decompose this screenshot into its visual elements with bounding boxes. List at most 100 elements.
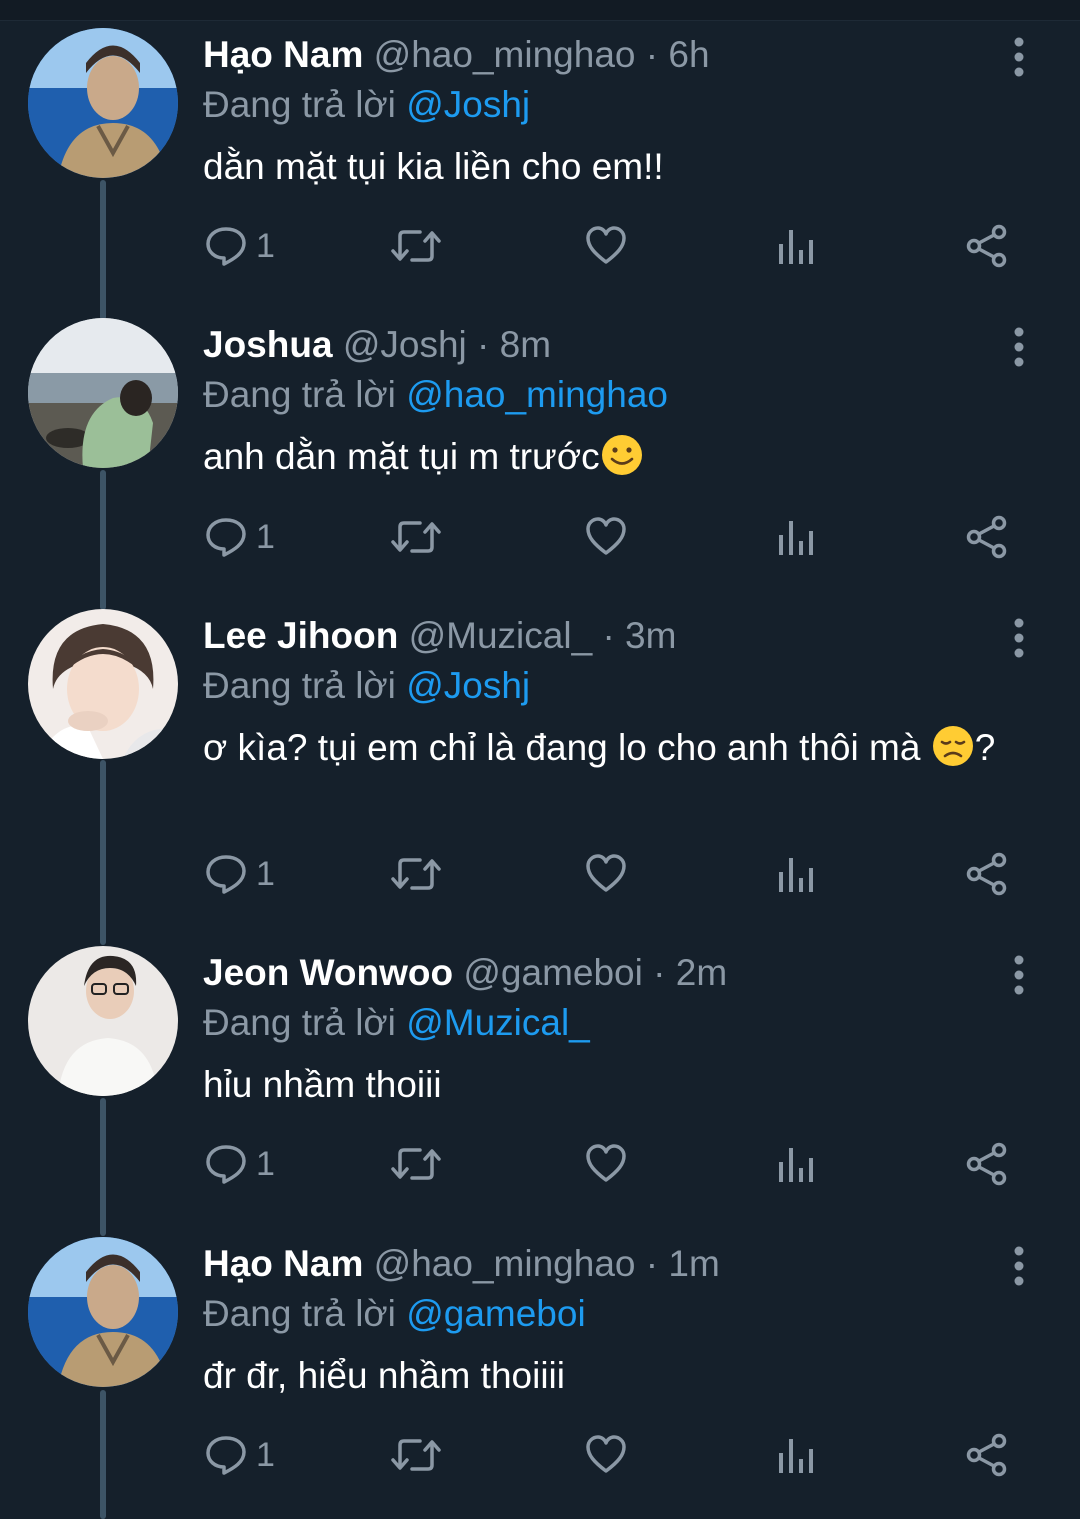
tweet-text-content: ơ kìa? tụi em chỉ là đang lo cho anh thô… xyxy=(203,727,931,768)
like-button[interactable] xyxy=(584,844,628,904)
share-button[interactable] xyxy=(965,844,1009,904)
timestamp[interactable]: · 3m xyxy=(602,615,676,656)
tweet-header: Hạo Nam @hao_minghao · 1m xyxy=(203,1241,720,1287)
replying-to: Đang trả lời @Joshj xyxy=(203,663,530,709)
reply-count: 1 xyxy=(256,517,275,556)
tweet-text-content: dằn mặt tụi kia liền cho em!! xyxy=(203,146,664,187)
like-button[interactable] xyxy=(584,216,628,276)
display-name[interactable]: Lee Jihoon xyxy=(203,615,398,656)
retweet-button[interactable] xyxy=(390,1425,442,1485)
tweet-actions: 1 xyxy=(0,1134,1080,1194)
user-handle[interactable]: @hao_minghao xyxy=(374,34,636,75)
retweet-button[interactable] xyxy=(390,1134,442,1194)
reply-button[interactable]: 1 xyxy=(204,844,275,904)
share-button[interactable] xyxy=(965,507,1009,567)
retweet-button[interactable] xyxy=(390,507,442,567)
mention-link[interactable]: @gameboi xyxy=(406,1293,586,1334)
replying-label: Đang trả lời xyxy=(203,1293,396,1334)
mention-link[interactable]: @Muzical_ xyxy=(406,1002,590,1043)
avatar[interactable] xyxy=(28,1237,178,1387)
avatar[interactable] xyxy=(28,946,178,1096)
slightly-smiling-face-emoji xyxy=(601,435,642,475)
avatar[interactable] xyxy=(28,318,178,468)
share-button[interactable] xyxy=(965,216,1009,276)
more-options-button[interactable] xyxy=(1004,952,1034,998)
vertical-dots-icon xyxy=(1014,327,1024,367)
replying-to: Đang trả lời @gameboi xyxy=(203,1291,586,1337)
user-handle[interactable]: @Muzical_ xyxy=(409,615,593,656)
retweet-arrows-icon xyxy=(391,858,441,890)
reply-button[interactable]: 1 xyxy=(204,216,275,276)
share-nodes-icon xyxy=(966,852,1007,896)
user-handle[interactable]: @Joshj xyxy=(343,324,467,365)
mention-link[interactable]: @hao_minghao xyxy=(406,374,668,415)
user-handle[interactable]: @hao_minghao xyxy=(374,1243,636,1284)
vertical-dots-icon xyxy=(1014,1246,1024,1286)
retweet-button[interactable] xyxy=(390,216,442,276)
replying-label: Đang trả lời xyxy=(203,1002,396,1043)
timestamp[interactable]: · 2m xyxy=(653,952,727,993)
views-button[interactable] xyxy=(776,1425,816,1485)
tweet-text: dằn mặt tụi kia liền cho em!! xyxy=(203,142,1003,192)
display-name[interactable]: Hạo Nam xyxy=(203,34,363,75)
mention-link[interactable]: @Joshj xyxy=(406,84,530,125)
tweet-text-content: đr đr, hiểu nhầm thoiiii xyxy=(203,1355,565,1396)
replying-to: Đang trả lời @Joshj xyxy=(203,82,530,128)
like-button[interactable] xyxy=(584,1134,628,1194)
disappointed-face-emoji xyxy=(932,726,973,766)
more-options-button[interactable] xyxy=(1004,1243,1034,1289)
replying-label: Đang trả lời xyxy=(203,665,396,706)
more-options-button[interactable] xyxy=(1004,324,1034,370)
timestamp[interactable]: · 1m xyxy=(646,1243,720,1284)
user-handle[interactable]: @gameboi xyxy=(463,952,643,993)
more-options-button[interactable] xyxy=(1004,34,1034,80)
display-name[interactable]: Joshua xyxy=(203,324,333,365)
heart-outline-icon xyxy=(586,517,626,555)
bar-chart-icon xyxy=(779,230,813,264)
comment-bubble-icon xyxy=(206,855,246,894)
replying-label: Đang trả lời xyxy=(203,374,396,415)
like-button[interactable] xyxy=(584,1425,628,1485)
avatar[interactable] xyxy=(28,28,178,178)
share-button[interactable] xyxy=(965,1134,1009,1194)
share-nodes-icon xyxy=(966,224,1007,268)
bar-chart-icon xyxy=(779,858,813,892)
display-name[interactable]: Jeon Wonwoo xyxy=(203,952,453,993)
bar-chart-icon xyxy=(779,1439,813,1473)
reply-count: 1 xyxy=(256,226,275,265)
tweet-text: đr đr, hiểu nhầm thoiiii xyxy=(203,1351,1003,1401)
avatar[interactable] xyxy=(28,609,178,759)
comment-bubble-icon xyxy=(206,518,246,557)
views-button[interactable] xyxy=(776,216,816,276)
more-options-button[interactable] xyxy=(1004,615,1034,661)
share-nodes-icon xyxy=(966,1433,1007,1477)
tweet-text: anh dằn mặt tụi m trước xyxy=(203,432,1003,482)
reply-button[interactable]: 1 xyxy=(204,1425,275,1485)
display-name[interactable]: Hạo Nam xyxy=(203,1243,363,1284)
heart-outline-icon xyxy=(586,1144,626,1182)
heart-outline-icon xyxy=(586,1435,626,1473)
reply-button[interactable]: 1 xyxy=(204,1134,275,1194)
retweet-arrows-icon xyxy=(391,1439,441,1471)
replying-to: Đang trả lời @hao_minghao xyxy=(203,372,668,418)
retweet-arrows-icon xyxy=(391,521,441,553)
comment-bubble-icon xyxy=(206,227,246,266)
tweet-header: Hạo Nam @hao_minghao · 6h xyxy=(203,32,710,78)
timestamp[interactable]: · 6h xyxy=(646,34,710,75)
tweet-actions: 1 xyxy=(0,844,1080,904)
views-button[interactable] xyxy=(776,1134,816,1194)
heart-outline-icon xyxy=(586,854,626,892)
timestamp[interactable]: · 8m xyxy=(477,324,551,365)
retweet-button[interactable] xyxy=(390,844,442,904)
tweet-header: Jeon Wonwoo @gameboi · 2m xyxy=(203,950,727,996)
views-button[interactable] xyxy=(776,844,816,904)
share-button[interactable] xyxy=(965,1425,1009,1485)
comment-bubble-icon xyxy=(206,1145,246,1184)
bar-chart-icon xyxy=(779,1148,813,1182)
tweet-actions: 1 xyxy=(0,507,1080,567)
like-button[interactable] xyxy=(584,507,628,567)
tweet-text: ơ kìa? tụi em chỉ là đang lo cho anh thô… xyxy=(203,723,1003,773)
reply-button[interactable]: 1 xyxy=(204,507,275,567)
mention-link[interactable]: @Joshj xyxy=(406,665,530,706)
views-button[interactable] xyxy=(776,507,816,567)
